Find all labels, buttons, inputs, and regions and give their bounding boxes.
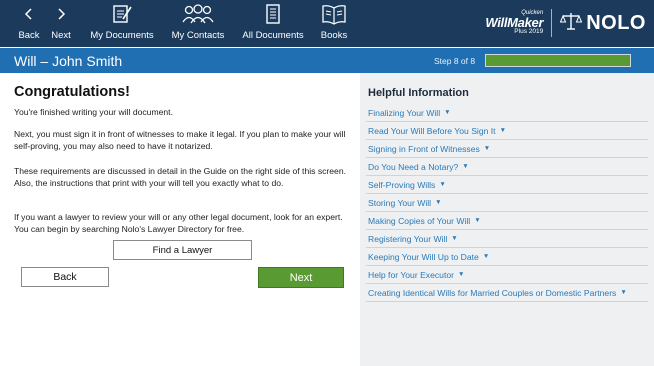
find-lawyer-button[interactable]: Find a Lawyer <box>113 240 252 260</box>
back-nav-label: Back <box>18 30 40 41</box>
finished-text: You're finished writing your will docume… <box>14 107 173 117</box>
back-button[interactable]: Back <box>21 267 109 287</box>
help-link[interactable]: Read Your Will Before You Sign It ▼ <box>366 122 648 140</box>
help-link[interactable]: Registering Your Will ▼ <box>366 230 648 248</box>
step-indicator: Step 8 of 8 <box>434 56 476 66</box>
help-link-label: Read Your Will Before You Sign It <box>368 125 496 136</box>
books-label: Books <box>320 30 348 41</box>
congratulations-heading: Congratulations! <box>14 84 130 100</box>
help-link-label: Signing in Front of Witnesses <box>368 143 480 154</box>
helpful-information-panel: Helpful Information Finalizing Your Will… <box>360 73 654 366</box>
caret-down-icon: ▼ <box>620 289 627 296</box>
my-documents-label: My Documents <box>90 30 154 41</box>
helpful-information-title: Helpful Information <box>368 87 469 99</box>
all-documents-label: All Documents <box>242 30 304 41</box>
help-link[interactable]: Help for Your Executor ▼ <box>366 266 648 284</box>
caret-down-icon: ▼ <box>462 163 469 170</box>
willmaker-logo: Quicken WillMaker Plus 2019 <box>485 10 543 36</box>
help-link-label: Registering Your Will <box>368 233 448 244</box>
caret-down-icon: ▼ <box>458 271 465 278</box>
help-link[interactable]: Finalizing Your Will ▼ <box>366 104 648 122</box>
open-book-icon <box>321 0 347 28</box>
progress-fill <box>486 55 630 66</box>
help-link-label: Making Copies of Your Will <box>368 215 471 226</box>
caret-down-icon: ▼ <box>483 145 491 152</box>
contacts-group-icon <box>181 0 215 28</box>
brand-logo: Quicken WillMaker Plus 2019 NOLO <box>485 6 646 40</box>
my-documents-button[interactable]: My Documents <box>88 0 156 47</box>
requirements-text: These requirements are discussed in deta… <box>14 166 346 188</box>
help-link[interactable]: Creating Identical Wills for Married Cou… <box>366 284 648 302</box>
help-link-label: Finalizing Your Will <box>368 107 441 118</box>
chevron-right-icon <box>56 0 66 28</box>
top-toolbar: Back Next My Documents My Contacts All D… <box>0 0 654 47</box>
sign-instructions-text: Next, you must sign it in front of witne… <box>14 129 346 151</box>
plus-year-text: Plus 2019 <box>514 28 544 36</box>
caret-down-icon: ▼ <box>474 217 481 224</box>
main-content: Congratulations! You're finished writing… <box>0 73 360 366</box>
next-button[interactable]: Next <box>258 267 344 288</box>
help-link[interactable]: Signing in Front of Witnesses ▼ <box>366 140 648 158</box>
progress-bar <box>485 54 631 67</box>
all-documents-button[interactable]: All Documents <box>238 0 308 47</box>
page-title: Will – John Smith <box>14 53 123 69</box>
help-link[interactable]: Keeping Your Will Up to Date ▼ <box>366 248 648 266</box>
lawyer-text: If you want a lawyer to review your will… <box>14 212 343 234</box>
scales-of-justice-icon <box>559 11 583 36</box>
help-link[interactable]: Making Copies of Your Will ▼ <box>366 212 648 230</box>
help-link-label: Do You Need a Notary? <box>368 161 459 172</box>
caret-down-icon: ▼ <box>499 127 506 134</box>
next-nav-label: Next <box>51 30 71 41</box>
caret-down-icon: ▼ <box>444 109 451 116</box>
help-link[interactable]: Do You Need a Notary? ▼ <box>366 158 648 176</box>
caret-down-icon: ▼ <box>439 181 446 188</box>
help-link-label: Help for Your Executor <box>368 269 454 280</box>
nolo-logo: NOLO <box>559 11 646 36</box>
document-edit-icon <box>111 0 133 28</box>
my-contacts-button[interactable]: My Contacts <box>168 0 228 47</box>
caret-down-icon: ▼ <box>482 253 490 260</box>
help-links-list: Finalizing Your Will ▼ Read Your Will Befo… <box>366 104 648 302</box>
help-link-label: Creating Identical Wills for Married Cou… <box>368 287 617 298</box>
documents-list-icon <box>264 0 282 28</box>
help-link-label: Storing Your Will <box>368 197 432 208</box>
caret-down-icon: ▼ <box>435 199 442 206</box>
brand-divider <box>551 9 553 37</box>
help-link[interactable]: Self-Proving Wills ▼ <box>366 176 648 194</box>
help-link-label: Keeping Your Will Up to Date <box>368 251 479 262</box>
nolo-text: NOLO <box>586 11 646 34</box>
caret-down-icon: ▼ <box>451 235 458 242</box>
next-nav-button[interactable]: Next <box>46 0 76 47</box>
back-nav-button[interactable]: Back <box>14 0 44 47</box>
books-button[interactable]: Books <box>314 0 354 47</box>
chevron-left-icon <box>24 0 34 28</box>
help-link-label: Self-Proving Wills <box>368 179 436 190</box>
my-contacts-label: My Contacts <box>171 30 225 41</box>
help-link[interactable]: Storing Your Will ▼ <box>366 194 648 212</box>
